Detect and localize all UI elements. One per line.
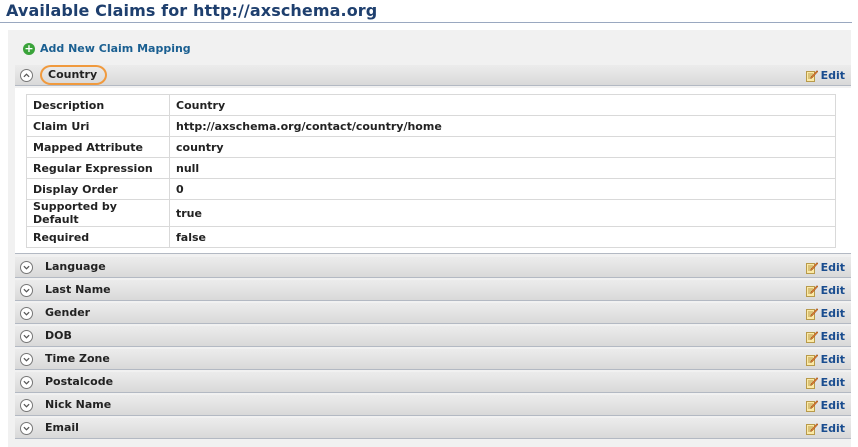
claim-name: DOB — [45, 329, 72, 342]
claim-name: Gender — [45, 306, 91, 319]
edit-label: Edit — [820, 69, 845, 82]
claim-name: Nick Name — [45, 398, 112, 411]
edit-label: Edit — [820, 422, 845, 435]
chevron-down-icon[interactable] — [20, 284, 33, 297]
claim-header[interactable]: Language Edit — [15, 257, 851, 278]
property-key: Mapped Attribute — [26, 136, 170, 158]
chevron-down-icon[interactable] — [20, 330, 33, 343]
property-value: false — [169, 226, 836, 248]
chevron-down-icon[interactable] — [20, 261, 33, 274]
pencil-note-icon — [805, 307, 818, 320]
table-row: Regular Expression null — [26, 157, 836, 179]
claim-header[interactable]: Nick Name Edit — [15, 395, 851, 416]
edit-button[interactable]: Edit — [805, 261, 845, 274]
chevron-down-icon[interactable] — [20, 422, 33, 435]
claim-name: Last Name — [45, 283, 111, 296]
pencil-note-icon — [805, 376, 818, 389]
pencil-note-icon — [805, 284, 818, 297]
table-row: Mapped Attribute country — [26, 136, 836, 158]
table-row: Required false — [26, 226, 836, 248]
edit-label: Edit — [820, 307, 845, 320]
property-key: Description — [26, 94, 170, 116]
add-claim-mapping-link[interactable]: + Add New Claim Mapping — [23, 42, 191, 55]
property-value: null — [169, 157, 836, 179]
property-key: Required — [26, 226, 170, 248]
table-row: Description Country — [26, 94, 836, 116]
chevron-down-icon[interactable] — [20, 307, 33, 320]
property-value: Country — [169, 94, 836, 116]
edit-button[interactable]: Edit — [805, 330, 845, 343]
claim-name: Postalcode — [45, 375, 114, 388]
property-key: Claim Uri — [26, 115, 170, 137]
claim-header[interactable]: Last Name Edit — [15, 280, 851, 301]
edit-button[interactable]: Edit — [805, 422, 845, 435]
property-value: true — [169, 199, 836, 227]
property-value: http://axschema.org/contact/country/home — [169, 115, 836, 137]
property-value: country — [169, 136, 836, 158]
property-key: Regular Expression — [26, 157, 170, 179]
table-row: Display Order 0 — [26, 178, 836, 200]
claims-accordion: Country Edit Description Country Claim U… — [15, 65, 851, 441]
pencil-note-icon — [805, 422, 818, 435]
claim-header-country[interactable]: Country Edit — [15, 65, 851, 86]
table-row: Claim Uri http://axschema.org/contact/co… — [26, 115, 836, 137]
edit-button[interactable]: Edit — [805, 284, 845, 297]
claims-panel: + Add New Claim Mapping Country Edit Des… — [8, 30, 851, 447]
chevron-down-icon[interactable] — [20, 399, 33, 412]
chevron-down-icon[interactable] — [20, 353, 33, 366]
chevron-up-icon[interactable] — [20, 69, 33, 82]
add-claim-mapping-label: Add New Claim Mapping — [40, 42, 191, 55]
pencil-note-icon — [805, 69, 818, 82]
pencil-note-icon — [805, 330, 818, 343]
claim-header[interactable]: Gender Edit — [15, 303, 851, 324]
claim-details-country: Description Country Claim Uri http://axs… — [15, 88, 851, 254]
edit-button[interactable]: Edit — [805, 307, 845, 320]
table-row: Supported by Default true — [26, 199, 836, 227]
edit-label: Edit — [820, 376, 845, 389]
property-key: Supported by Default — [26, 199, 170, 227]
property-key: Display Order — [26, 178, 170, 200]
edit-label: Edit — [820, 284, 845, 297]
claim-header[interactable]: Email Edit — [15, 418, 851, 439]
claim-header[interactable]: Time Zone Edit — [15, 349, 851, 370]
edit-button[interactable]: Edit — [805, 376, 845, 389]
edit-label: Edit — [820, 330, 845, 343]
claim-properties-table: Description Country Claim Uri http://axs… — [26, 94, 836, 248]
title-divider — [0, 22, 852, 23]
pencil-note-icon — [805, 399, 818, 412]
edit-button[interactable]: Edit — [805, 399, 845, 412]
property-value: 0 — [169, 178, 836, 200]
claim-header[interactable]: DOB Edit — [15, 326, 851, 347]
claim-name: Language — [45, 260, 106, 273]
page-title: Available Claims for http://axschema.org — [6, 1, 378, 20]
claim-name: Time Zone — [45, 352, 110, 365]
pencil-note-icon — [805, 353, 818, 366]
chevron-down-icon[interactable] — [20, 376, 33, 389]
edit-button[interactable]: Edit — [805, 69, 845, 82]
plus-circle-icon: + — [23, 41, 35, 55]
edit-label: Edit — [820, 399, 845, 412]
edit-label: Edit — [820, 261, 845, 274]
edit-label: Edit — [820, 353, 845, 366]
pencil-note-icon — [805, 261, 818, 274]
claim-header[interactable]: Postalcode Edit — [15, 372, 851, 393]
claim-name: Country — [40, 65, 108, 85]
edit-button[interactable]: Edit — [805, 353, 845, 366]
claim-name: Email — [45, 421, 79, 434]
